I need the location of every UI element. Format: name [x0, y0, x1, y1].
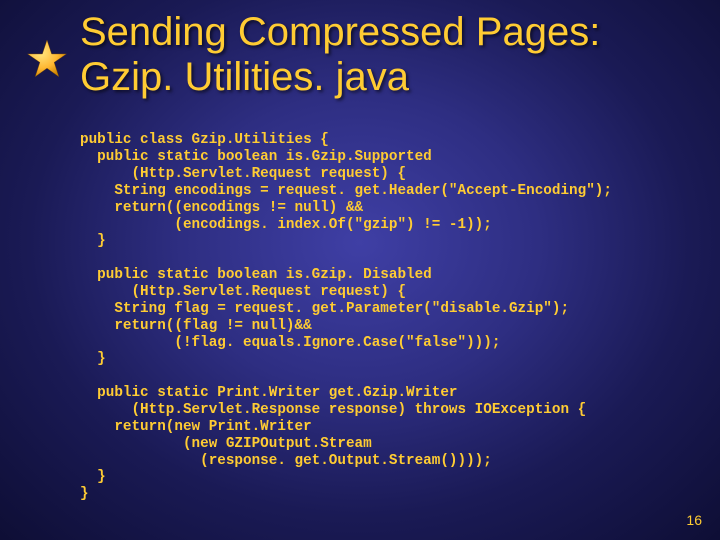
slide: Sending Compressed Pages: Gzip. Utilitie… [0, 0, 720, 540]
slide-title: Sending Compressed Pages: Gzip. Utilitie… [80, 10, 680, 100]
page-number: 16 [686, 512, 702, 528]
code-block: public class Gzip.Utilities { public sta… [80, 132, 690, 503]
star-icon [26, 38, 68, 80]
